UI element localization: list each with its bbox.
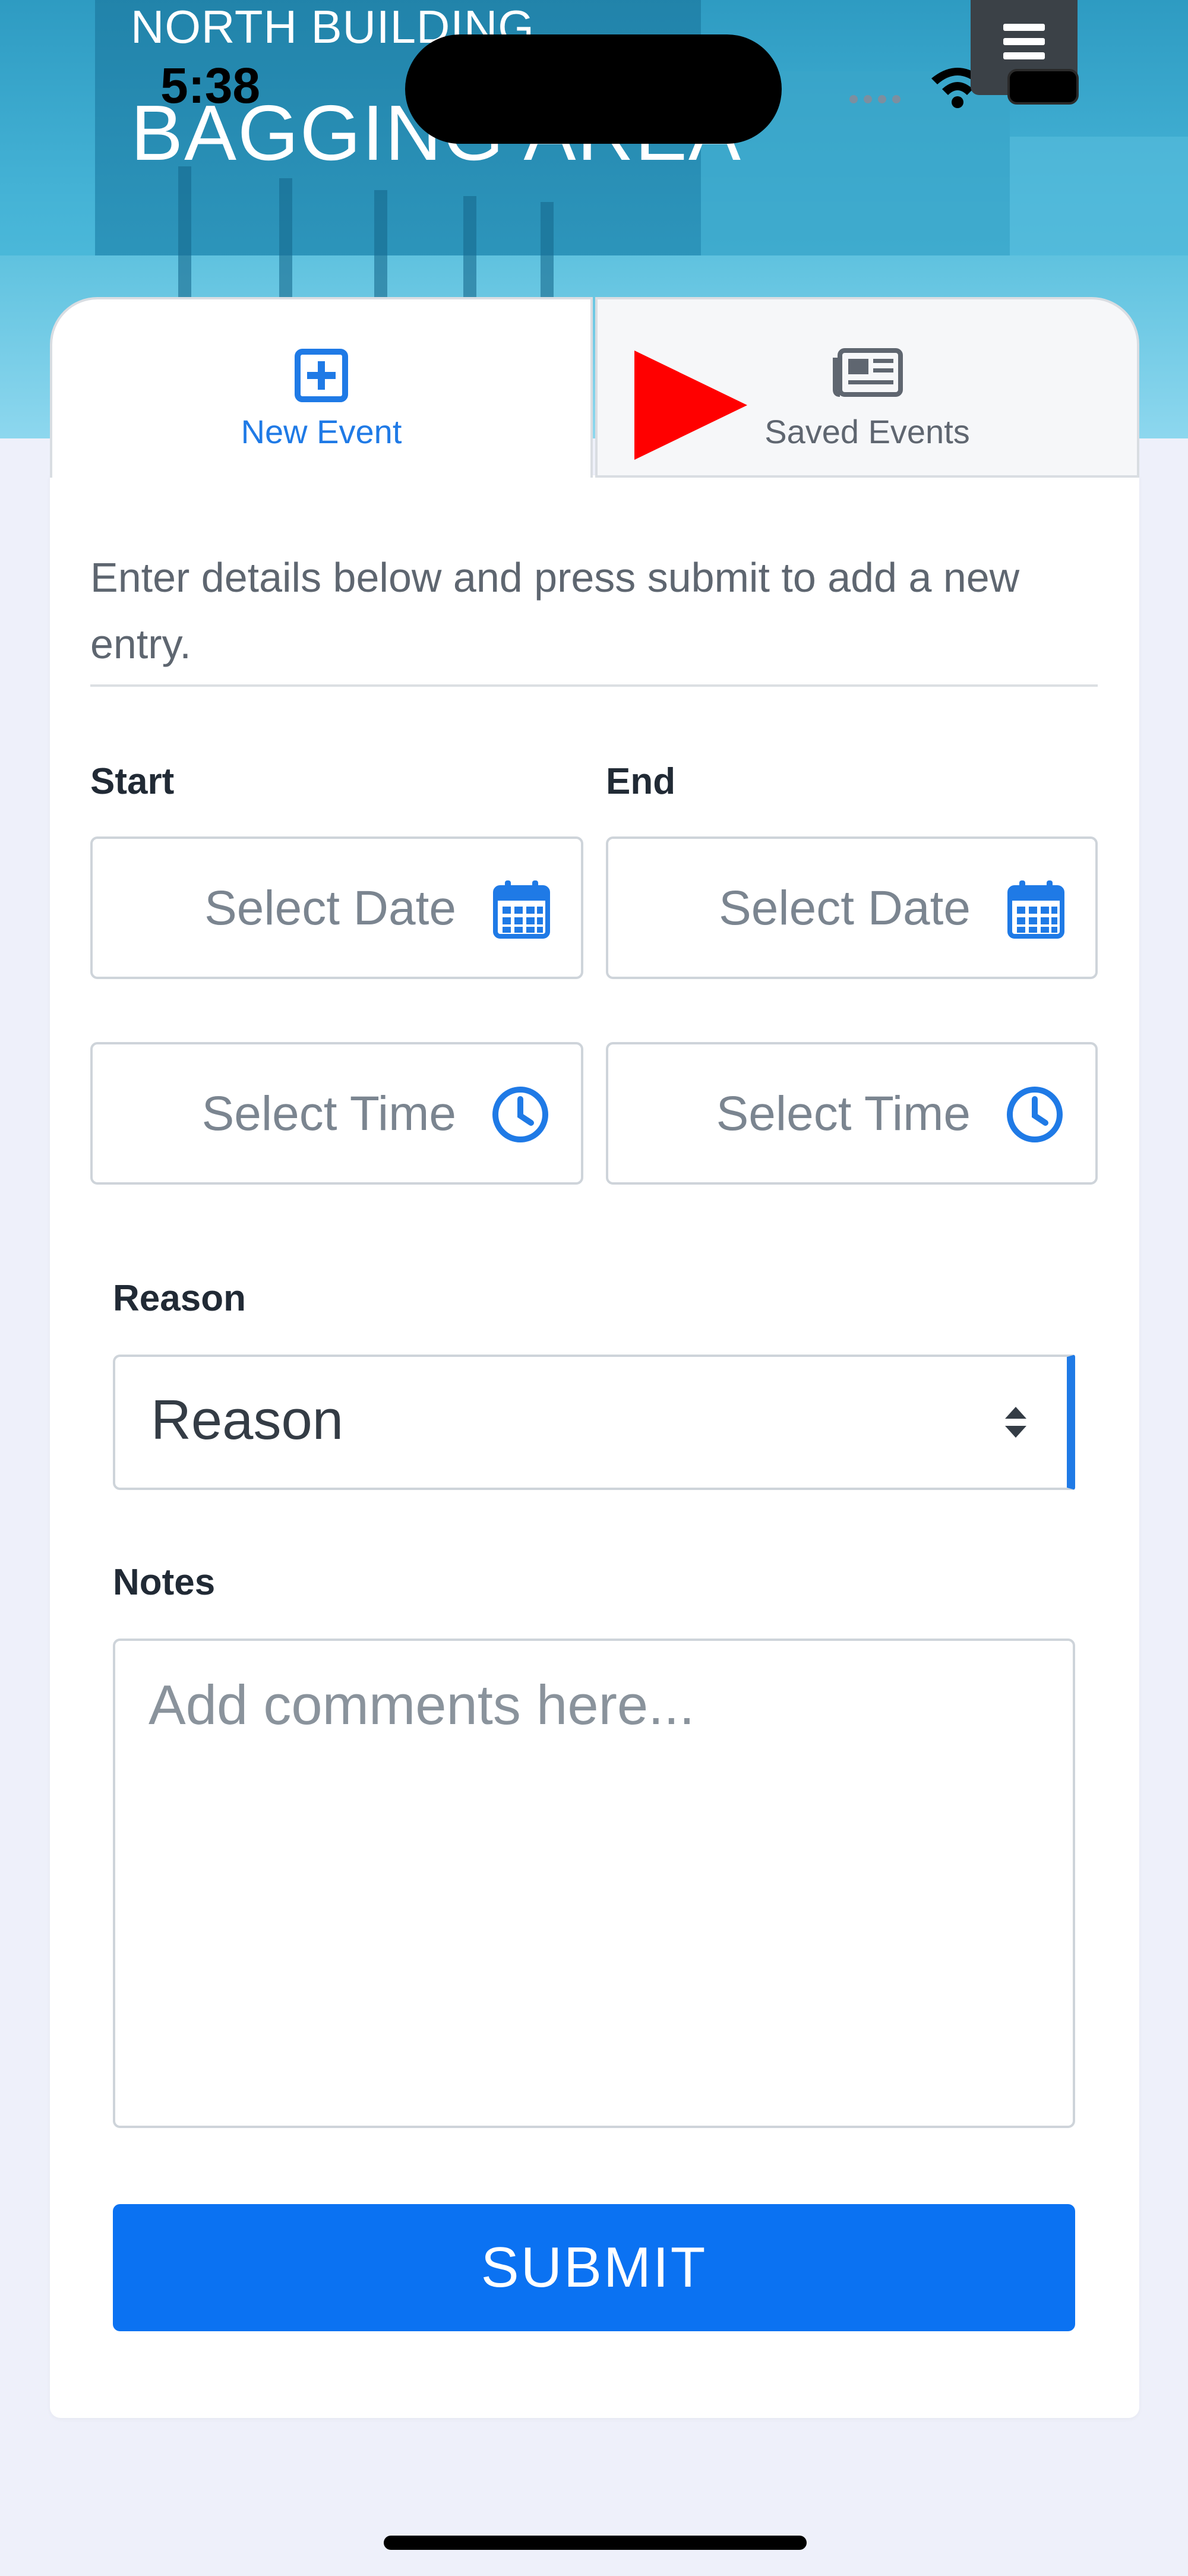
plus-square-icon (295, 349, 348, 402)
clock-icon (492, 1087, 548, 1142)
battery-icon (1007, 69, 1079, 105)
home-indicator[interactable] (384, 2536, 807, 2550)
form-intro-text: Enter details below and press submit to … (90, 554, 1020, 667)
start-date-placeholder: Select Date (204, 881, 456, 935)
divider (90, 684, 1098, 687)
status-time: 5:38 (160, 58, 261, 113)
end-date-field[interactable]: Select Date (606, 836, 1098, 979)
start-time-field[interactable]: Select Time (90, 1042, 583, 1185)
end-label: End (606, 761, 676, 802)
annotation-arrow-icon (634, 351, 747, 460)
end-date-placeholder: Select Date (719, 881, 971, 935)
hamburger-icon (1003, 52, 1045, 59)
newspaper-icon (833, 348, 903, 397)
calendar-icon (1007, 880, 1064, 939)
tab-new-event[interactable]: New Event (50, 297, 593, 478)
submit-button[interactable]: SUBMIT (113, 2204, 1075, 2331)
start-date-field[interactable]: Select Date (90, 836, 583, 979)
reason-label: Reason (113, 1278, 246, 1319)
notes-textarea[interactable]: Add comments here... (113, 1639, 1075, 2128)
signal-dots-icon (849, 95, 901, 103)
hamburger-icon (1003, 24, 1045, 31)
start-time-placeholder: Select Time (201, 1087, 456, 1141)
tab-new-event-label: New Event (241, 413, 402, 450)
clock-icon (1007, 1087, 1063, 1142)
calendar-icon (493, 880, 550, 939)
select-caret-icon (1005, 1407, 1026, 1438)
notes-label: Notes (113, 1562, 216, 1603)
dynamic-island (405, 34, 782, 144)
reason-select-value: Reason (151, 1388, 343, 1451)
banner-column (541, 202, 554, 297)
hamburger-icon (1003, 38, 1045, 45)
end-time-field[interactable]: Select Time (606, 1042, 1098, 1185)
banner-column (463, 196, 476, 309)
end-time-placeholder: Select Time (716, 1087, 971, 1141)
notes-placeholder: Add comments here... (148, 1674, 695, 1736)
start-label: Start (90, 761, 175, 802)
reason-select[interactable]: Reason (113, 1355, 1075, 1490)
